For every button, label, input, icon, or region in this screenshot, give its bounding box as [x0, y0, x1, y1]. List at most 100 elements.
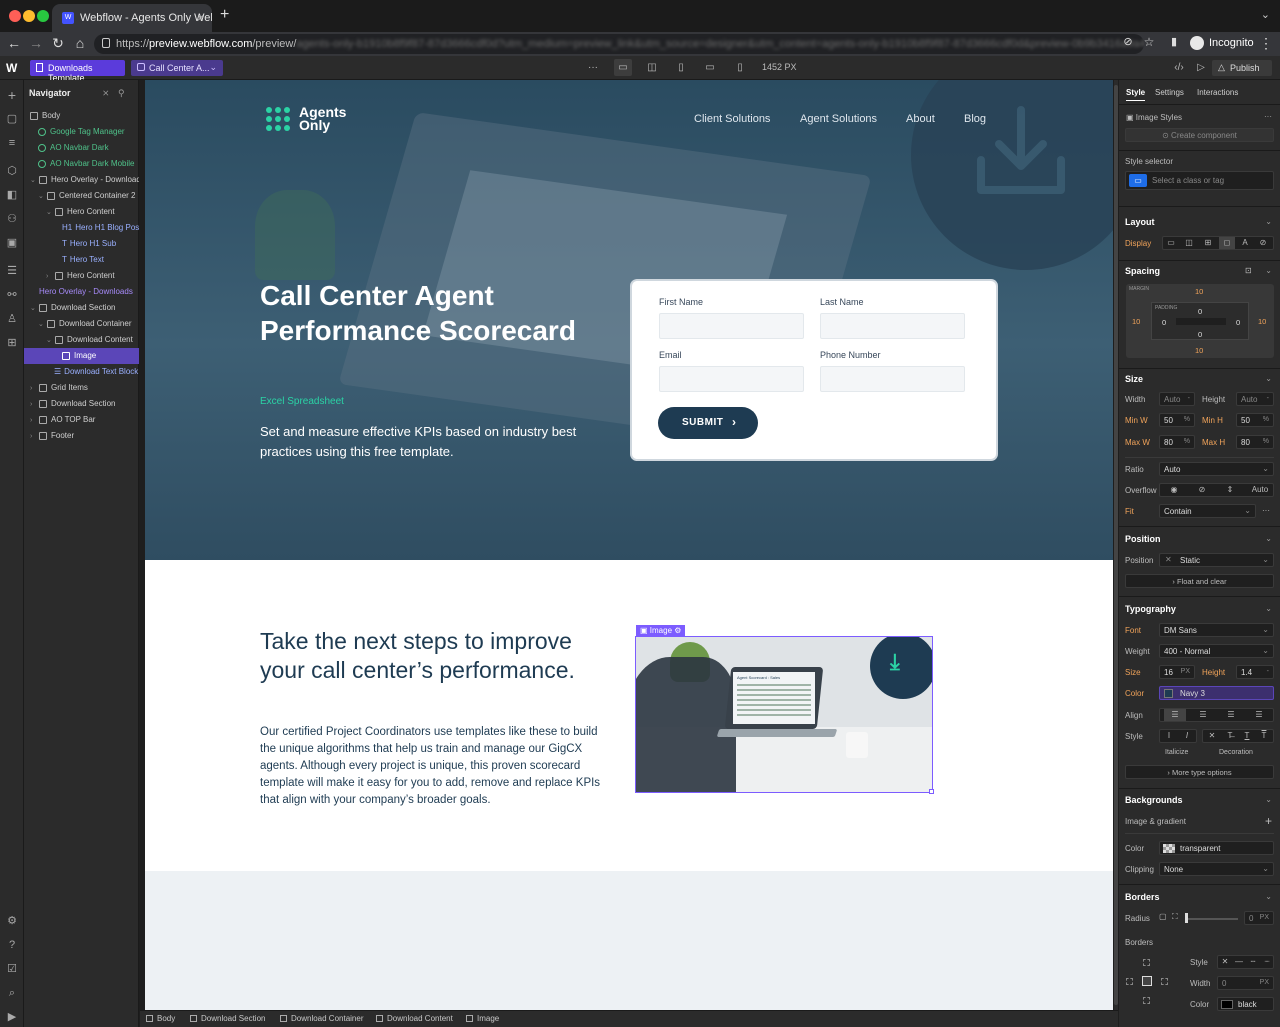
resize-handle[interactable]: [929, 789, 934, 794]
margin-right-value[interactable]: 10: [1258, 317, 1266, 326]
page-selector-button[interactable]: Downloads Template: [30, 60, 125, 83]
email-field[interactable]: [659, 366, 804, 392]
video-tutorial-icon[interactable]: ▶: [5, 1010, 19, 1024]
borders-heading[interactable]: Borders: [1125, 892, 1160, 902]
tab-settings[interactable]: Settings: [1155, 88, 1184, 97]
incognito-profile[interactable]: Incognito: [1190, 36, 1254, 50]
phone-field[interactable]: [820, 366, 965, 392]
nav-item-body[interactable]: Body: [24, 108, 139, 124]
browser-tab[interactable]: W Webflow - Agents Only Website ×: [52, 4, 212, 32]
layout-heading[interactable]: Layout: [1125, 217, 1155, 227]
margin-left-value[interactable]: 10: [1132, 317, 1140, 326]
border-solid-icon[interactable]: —: [1233, 956, 1245, 968]
components-icon[interactable]: ⬡: [5, 164, 19, 178]
home-icon[interactable]: ⌂: [72, 35, 88, 51]
display-block-icon[interactable]: ▭: [1163, 237, 1179, 249]
mobile-landscape-breakpoint-icon[interactable]: ▭: [701, 59, 719, 76]
selected-element-label[interactable]: ▣ Image ⚙: [636, 625, 686, 637]
more-options-icon[interactable]: ···: [1264, 112, 1272, 121]
display-grid-icon[interactable]: ⊞: [1200, 237, 1216, 249]
clipping-select[interactable]: None ⌄: [1159, 862, 1274, 876]
width-input[interactable]: Auto -: [1159, 392, 1195, 406]
new-tab-button[interactable]: +: [220, 6, 229, 24]
mobile-portrait-breakpoint-icon[interactable]: ▯: [731, 59, 749, 76]
tab-style[interactable]: Style: [1126, 88, 1146, 101]
webflow-logo-icon[interactable]: W: [6, 61, 17, 75]
collapse-all-icon[interactable]: ⨯: [102, 88, 110, 99]
menu-link-client-solutions[interactable]: Client Solutions: [694, 113, 770, 125]
forward-icon[interactable]: →: [28, 35, 44, 51]
pin-icon[interactable]: ⚲: [118, 88, 125, 99]
display-flex-icon[interactable]: ◫: [1181, 237, 1197, 249]
size-heading[interactable]: Size: [1125, 374, 1143, 384]
radius-individual-icon[interactable]: ⛶: [1172, 912, 1178, 922]
border-left-icon[interactable]: [1126, 978, 1133, 985]
border-dotted-icon[interactable]: ┈: [1261, 956, 1273, 968]
breadcrumb-download-container[interactable]: Download Container: [280, 1014, 364, 1023]
nav-item-grid-items[interactable]: › Grid Items: [24, 380, 139, 396]
more-options-button[interactable]: ···: [584, 59, 602, 76]
sidebar-icon[interactable]: ▮: [1166, 35, 1182, 48]
last-name-field[interactable]: [820, 313, 965, 339]
create-component-button[interactable]: ⊙ Create component: [1125, 128, 1274, 142]
audit-check-icon[interactable]: ☑: [5, 962, 19, 976]
spacing-mode-icon[interactable]: ⊡: [1245, 266, 1252, 275]
nav-item-download-content[interactable]: ⌄ Download Content: [24, 332, 139, 348]
nav-item-hero-content-2[interactable]: › Hero Content: [24, 268, 139, 284]
border-right-icon[interactable]: [1161, 978, 1168, 985]
border-color-input[interactable]: black: [1217, 997, 1274, 1011]
border-dashed-icon[interactable]: ╌: [1247, 956, 1259, 968]
menu-link-about[interactable]: About: [906, 113, 935, 125]
font-select[interactable]: DM Sans ⌄: [1159, 623, 1274, 637]
maximize-window-button[interactable]: [37, 10, 49, 22]
desktop-breakpoint-icon[interactable]: ▭: [614, 59, 632, 76]
chevron-down-icon[interactable]: ⌄: [1265, 217, 1272, 226]
tablet-breakpoint-icon[interactable]: ▯: [672, 59, 690, 76]
min-height-input[interactable]: 50%: [1236, 413, 1274, 427]
hero-section[interactable]: Agents Only Client Solutions Agent Solut…: [145, 80, 1113, 560]
add-background-icon[interactable]: +: [1265, 814, 1272, 828]
align-justify-icon[interactable]: ☰: [1248, 709, 1270, 721]
settings-gear-icon[interactable]: ⚙: [5, 914, 19, 928]
breadcrumb-image[interactable]: Image: [466, 1014, 499, 1023]
float-clear-button[interactable]: › Float and clear: [1125, 574, 1274, 588]
nav-item-gtm[interactable]: Google Tag Manager: [24, 124, 139, 140]
nav-item-hero-content[interactable]: ⌄ Hero Content: [24, 204, 139, 220]
nav-item-download-section-2[interactable]: › Download Section: [24, 396, 139, 412]
chevron-down-icon[interactable]: ⌄: [1265, 892, 1272, 901]
italic-style-icon[interactable]: I: [1179, 730, 1195, 742]
no-decoration-icon[interactable]: ✕: [1204, 730, 1220, 742]
text-color-select[interactable]: Navy 3: [1159, 686, 1274, 700]
code-icon[interactable]: ‹/›: [1170, 59, 1188, 76]
nav-item-hero-h1-sub[interactable]: T Hero H1 Sub: [24, 236, 139, 252]
nav-item-image[interactable]: Image: [24, 348, 139, 364]
overflow-visible-icon[interactable]: ◉: [1166, 484, 1182, 496]
font-size-input[interactable]: 16 PX: [1159, 665, 1195, 679]
ratio-select[interactable]: Auto ⌄: [1159, 462, 1274, 476]
browser-menu-icon[interactable]: ⋮: [1258, 35, 1274, 52]
site-logo-text[interactable]: Agents Only: [299, 105, 346, 132]
tab-close-icon[interactable]: ×: [197, 11, 204, 25]
component-selector-button[interactable]: Call Center A... ⌄: [131, 60, 223, 76]
fit-select[interactable]: Contain ⌄: [1159, 504, 1256, 518]
address-bar[interactable]: https://preview.webflow.com/preview/agen…: [94, 34, 1144, 54]
fit-more-icon[interactable]: ···: [1262, 506, 1270, 515]
border-all-icon[interactable]: [1142, 976, 1152, 986]
add-elements-icon[interactable]: +: [5, 88, 19, 102]
position-select[interactable]: ✕ Static ⌄: [1159, 553, 1274, 567]
nav-item-download-section[interactable]: ⌄ Download Section: [24, 300, 139, 316]
overflow-scroll-icon[interactable]: ⇕: [1222, 484, 1238, 496]
height-input[interactable]: Auto -: [1236, 392, 1274, 406]
chevron-down-icon[interactable]: ⌄: [1265, 604, 1272, 613]
radius-all-icon[interactable]: ▢: [1159, 912, 1167, 921]
submit-button[interactable]: SUBMIT ›: [658, 407, 758, 439]
max-width-input[interactable]: 80%: [1159, 435, 1195, 449]
nav-item-hero-text[interactable]: T Hero Text: [24, 252, 139, 268]
nav-item-navbar-mobile[interactable]: AO Navbar Dark Mobile: [24, 156, 139, 172]
menu-link-blog[interactable]: Blog: [964, 113, 986, 125]
nav-item-footer[interactable]: › Footer: [24, 428, 139, 444]
border-bottom-icon[interactable]: [1143, 997, 1150, 1004]
weight-select[interactable]: 400 - Normal ⌄: [1159, 644, 1274, 658]
reload-icon[interactable]: ↻: [50, 35, 66, 52]
min-width-input[interactable]: 50%: [1159, 413, 1195, 427]
